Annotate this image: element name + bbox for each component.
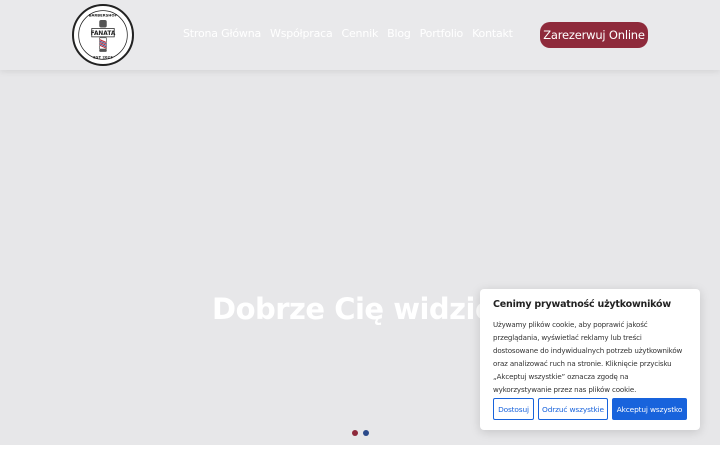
cookie-banner-text: Używamy plików cookie, aby poprawić jako…	[493, 320, 683, 394]
page-bottom-strip	[0, 445, 720, 450]
cookie-consent-banner: Cenimy prywatność użytkowników Używamy p…	[480, 289, 700, 430]
nav-cooperation[interactable]: Współpraca	[270, 27, 333, 43]
reject-all-cookies-button[interactable]: Odrzuć wszystkie	[538, 398, 608, 420]
nav-blog[interactable]: Blog	[387, 27, 411, 43]
barber-pole-logo-icon: BARBERSHOP FANATA EST 2023	[78, 10, 128, 60]
slider-dot-2[interactable]	[363, 430, 369, 436]
logo[interactable]: BARBERSHOP FANATA EST 2023	[72, 4, 134, 66]
main-nav: Strona Główna Współpraca Cennik Blog Por…	[183, 27, 513, 43]
nav-portfolio[interactable]: Portfolio	[420, 27, 464, 43]
logo-bottom-text: EST 2023	[93, 55, 113, 59]
book-online-button[interactable]: Zarezerwuj Online	[540, 22, 648, 48]
slider-dot-1[interactable]	[352, 430, 358, 436]
cookie-banner-title: Cenimy prywatność użytkowników	[493, 299, 671, 310]
nav-pricing[interactable]: Cennik	[342, 27, 379, 43]
hero-title: Dobrze Cię widzie	[212, 292, 495, 326]
logo-name: FANATA	[91, 31, 116, 37]
nav-home[interactable]: Strona Główna	[183, 27, 261, 43]
site-header: BARBERSHOP FANATA EST 2023 Strona Główna…	[0, 0, 720, 70]
accept-all-cookies-button[interactable]: Akceptuj wszystko	[612, 398, 687, 420]
logo-top-text: BARBERSHOP	[89, 13, 118, 17]
slider-dots	[352, 430, 369, 436]
customize-cookies-button[interactable]: Dostosuj	[493, 398, 534, 420]
cookie-banner-actions: Dostosuj Odrzuć wszystkie Akceptuj wszys…	[493, 398, 687, 420]
nav-contact[interactable]: Kontakt	[472, 27, 513, 43]
